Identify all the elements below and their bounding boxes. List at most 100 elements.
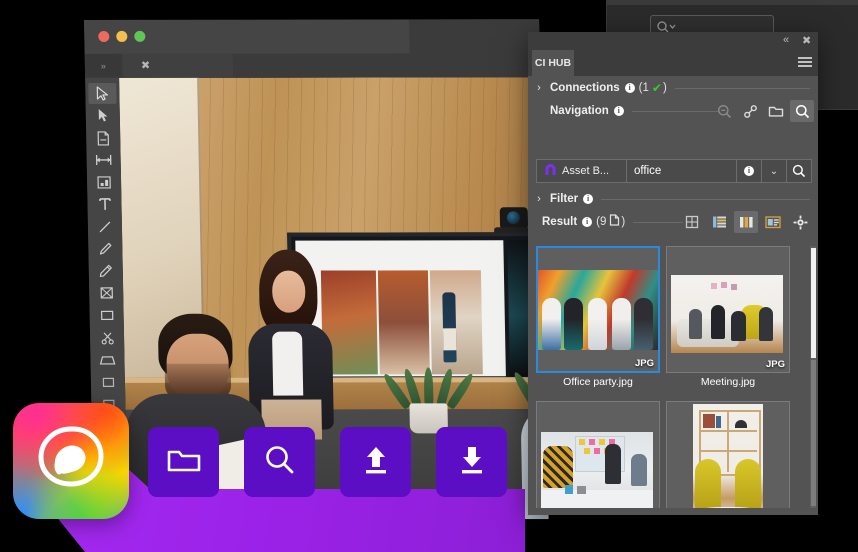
brush-tool[interactable] [91,238,119,259]
thumbnail-image-workshop [541,432,653,508]
tab-ci-hub[interactable]: CI HUB [532,50,574,76]
toolbar-collapse-icon[interactable]: » [85,54,121,78]
asset-results-grid[interactable]: JPG Office party.jpg JPG Meeting.jpg [536,246,808,508]
info-icon[interactable]: i [582,217,592,227]
scissors-tool[interactable] [93,327,121,348]
chevron-down-icon[interactable]: ⌄ [761,160,786,182]
screenshot-stage: » ✖ « ✖ CI HUB › Connections i (1 ✔) ⱟ … [0,0,858,552]
result-count-close: ) [621,216,625,228]
close-icon[interactable]: ✖ [141,59,150,72]
perspective-crop-tool[interactable] [93,349,121,370]
pencil-tool[interactable] [92,261,120,282]
link-icon[interactable] [738,100,762,122]
divider [601,199,810,200]
frame-tool[interactable] [90,172,118,193]
artboard-tool[interactable] [89,127,117,148]
hamburger-menu-icon[interactable] [798,57,812,68]
asset-thumbnail[interactable]: JPG [666,246,790,373]
search-input[interactable]: office [627,160,736,182]
view-mode-single-icon[interactable] [680,211,704,233]
upload-arrow-icon [361,444,391,481]
gradient-tool[interactable] [92,283,120,304]
chevron-down-icon[interactable]: ⱟ [528,105,550,117]
asset-item[interactable]: JPG Workshop.jpg [536,401,660,508]
asset-bank-logo [544,163,557,179]
source-selector[interactable]: Asset B... [537,160,627,182]
asset-item[interactable]: JPG Office party.jpg [536,246,660,388]
connections-count-close: ) [663,82,667,94]
download-arrow-icon [457,444,487,481]
thumbnail-image-office-party [538,270,658,350]
collapse-panel-button[interactable]: « [783,34,787,46]
thumbnail-image-meeting [671,275,783,353]
measure-tool[interactable] [89,150,117,171]
view-mode-grid-icon[interactable] [734,211,758,233]
asset-filename: Meeting.jpg [666,376,790,388]
info-icon[interactable]: i [614,106,624,116]
asset-filename: Office party.jpg [536,376,660,388]
document-tab[interactable]: ✖ [123,54,233,78]
search-submit-button[interactable] [786,160,811,182]
gear-icon[interactable] [788,211,812,233]
asset-search-bar[interactable]: Asset B... office i ⌄ [536,159,812,183]
asset-format-badge: JPG [635,358,654,369]
file-icon [609,213,620,231]
results-scrollbar-lower[interactable] [811,360,816,506]
type-tool[interactable] [90,194,118,215]
folder-icon[interactable] [764,100,788,122]
zoom-search-icon[interactable] [712,100,736,122]
move-tool[interactable] [88,83,116,104]
view-mode-list-icon[interactable] [707,211,731,233]
window-traffic-lights[interactable] [98,31,145,42]
filter-label: Filter [550,193,578,205]
divider [633,222,683,223]
asset-item[interactable]: JPG Gold chairs.jpg [666,401,790,508]
asset-thumbnail[interactable]: JPG [666,401,790,508]
source-label: Asset B... [562,165,609,177]
upload-button[interactable] [340,427,411,497]
divider [675,88,810,89]
ci-hub-window-controls: « ✖ [528,32,818,50]
results-scrollbar-thumb[interactable] [811,248,816,358]
thumbnail-image-gold-chairs [693,404,763,508]
search-button[interactable] [244,427,315,497]
download-button[interactable] [436,427,507,497]
result-count: (9 [596,216,606,228]
title-bar-right-region [409,19,540,53]
search-info-icon[interactable]: i [736,160,761,182]
chevron-right-icon[interactable]: › [528,193,550,205]
zoom-window-button[interactable] [134,31,145,42]
filter-section-header[interactable]: › Filter i [528,189,818,209]
close-window-button[interactable] [98,31,109,42]
shape-tool[interactable] [94,372,122,393]
result-view-toolbar[interactable] [680,211,812,233]
navigation-icon-bar[interactable] [712,100,814,122]
divider [632,111,718,112]
path-selection-tool[interactable] [89,105,117,126]
minimize-window-button[interactable] [116,31,127,42]
navigation-label: Navigation [550,105,609,117]
ci-hub-body: › Connections i (1 ✔ ) ⱟ Navigation i As… [528,76,818,515]
asset-thumbnail[interactable]: JPG [536,401,660,508]
folder-icon [167,446,201,479]
connections-section-header[interactable]: › Connections i (1 ✔ ) [528,78,818,98]
browse-button[interactable] [148,427,219,497]
ci-hub-tab-row: CI HUB [528,50,818,76]
chevron-right-icon[interactable]: › [528,82,550,94]
search-icon[interactable] [790,100,814,122]
connection-status-check: ✔ [652,81,662,95]
ci-hub-panel: « ✖ CI HUB › Connections i (1 ✔ ) ⱟ Navi… [528,32,818,515]
close-panel-button[interactable]: ✖ [802,34,811,47]
line-tool[interactable] [91,216,119,237]
view-mode-card-icon[interactable] [761,211,785,233]
search-icon [264,444,296,481]
asset-thumbnail[interactable]: JPG [536,246,660,373]
asset-format-badge: JPG [766,359,785,370]
connections-count: (1 [639,82,649,94]
creative-cloud-logo[interactable] [13,403,129,519]
info-icon: i [744,166,754,176]
info-icon[interactable]: i [625,83,635,93]
info-icon[interactable]: i [583,194,593,204]
rectangle-tool[interactable] [92,305,120,326]
asset-item[interactable]: JPG Meeting.jpg [666,246,790,388]
